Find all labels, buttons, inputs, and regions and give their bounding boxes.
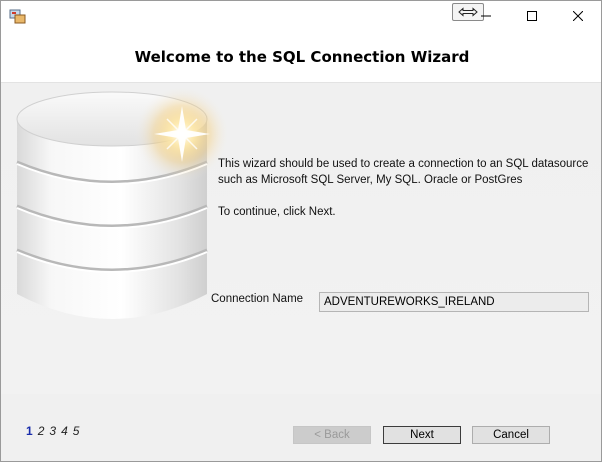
intro-instruction: To continue, click Next. — [218, 206, 336, 218]
minimize-button[interactable] — [463, 1, 509, 31]
close-button[interactable] — [555, 1, 601, 31]
step-3[interactable]: 3 — [49, 424, 56, 438]
app-icon — [9, 7, 27, 25]
wizard-header: Welcome to the SQL Connection Wizard — [1, 31, 601, 83]
close-icon — [573, 11, 583, 21]
intro-description: This wizard should be used to create a c… — [218, 158, 589, 186]
title-bar[interactable] — [1, 1, 601, 31]
connection-name-label: Connection Name — [211, 293, 304, 305]
back-button[interactable]: < Back — [293, 426, 371, 444]
page-title: Welcome to the SQL Connection Wizard — [134, 47, 470, 66]
wizard-footer: 1 2 3 4 5 < Back Next Cancel — [1, 394, 601, 461]
database-icon — [16, 86, 230, 319]
step-2[interactable]: 2 — [38, 424, 45, 438]
step-4[interactable]: 4 — [61, 424, 68, 438]
step-5[interactable]: 5 — [73, 424, 80, 438]
next-button[interactable]: Next — [383, 426, 461, 444]
maximize-button[interactable] — [509, 1, 555, 31]
connection-name-input[interactable] — [319, 292, 589, 312]
wizard-content: This wizard should be used to create a c… — [1, 84, 601, 394]
wizard-window: Welcome to the SQL Connection Wizard Thi… — [0, 0, 602, 462]
step-1[interactable]: 1 — [26, 424, 33, 438]
step-indicator: 1 2 3 4 5 — [26, 424, 79, 438]
maximize-icon — [527, 11, 537, 21]
intro-text: This wizard should be used to create a c… — [218, 156, 598, 220]
minimize-icon — [481, 15, 491, 17]
cancel-button[interactable]: Cancel — [472, 426, 550, 444]
